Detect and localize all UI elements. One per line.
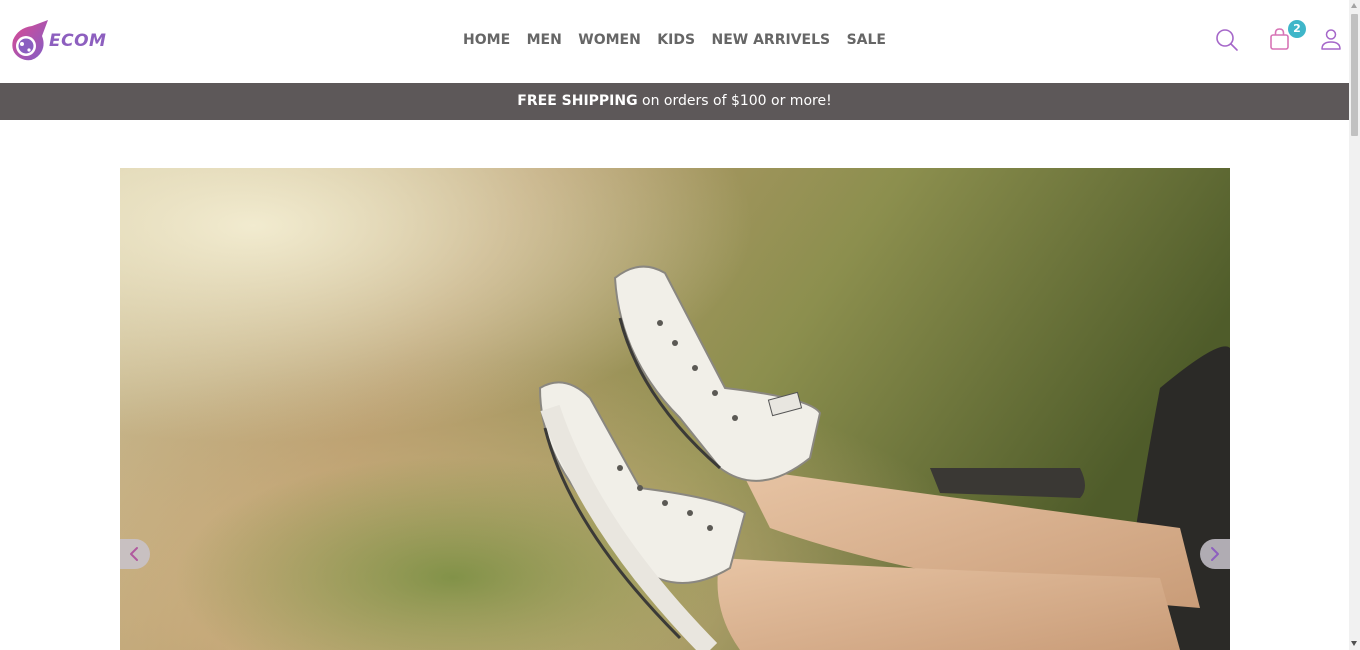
sneakers-on-legs-photo <box>120 168 1230 650</box>
page-scrollbar[interactable] <box>1349 0 1360 650</box>
nav-item-home[interactable]: HOME <box>463 32 510 48</box>
main-nav: HOME MEN WOMEN KIDS NEW ARRIVELS SALE <box>0 31 1349 49</box>
scroll-up-arrow-icon[interactable] <box>1351 3 1357 8</box>
hero-carousel[interactable] <box>120 168 1230 650</box>
site-header: ECOM HOME MEN WOMEN KIDS NEW ARRIVELS SA… <box>0 0 1349 82</box>
nav-item-kids[interactable]: KIDS <box>657 32 695 48</box>
promo-text: on orders of $100 or more! <box>637 93 832 109</box>
carousel-prev-button[interactable] <box>120 539 150 569</box>
chevron-right-icon <box>1211 547 1219 561</box>
page: ECOM HOME MEN WOMEN KIDS NEW ARRIVELS SA… <box>0 0 1349 650</box>
nav-item-men[interactable]: MEN <box>527 32 562 48</box>
promo-highlight: FREE SHIPPING <box>517 93 638 109</box>
nav-item-sale[interactable]: SALE <box>847 32 886 48</box>
carousel-next-button[interactable] <box>1200 539 1230 569</box>
nav-item-women[interactable]: WOMEN <box>578 32 641 48</box>
scroll-thumb[interactable] <box>1351 14 1358 136</box>
cart-count-badge: 2 <box>1288 20 1306 38</box>
free-shipping-banner: FREE SHIPPING on orders of $100 or more! <box>0 83 1349 120</box>
search-button[interactable] <box>1213 26 1241 54</box>
user-icon <box>1321 29 1341 50</box>
nav-item-new-arrivals[interactable]: NEW ARRIVELS <box>712 32 831 48</box>
account-button[interactable] <box>1318 26 1346 54</box>
chevron-left-icon <box>130 547 138 561</box>
search-icon <box>1216 29 1238 51</box>
scroll-down-arrow-icon[interactable] <box>1351 641 1357 646</box>
